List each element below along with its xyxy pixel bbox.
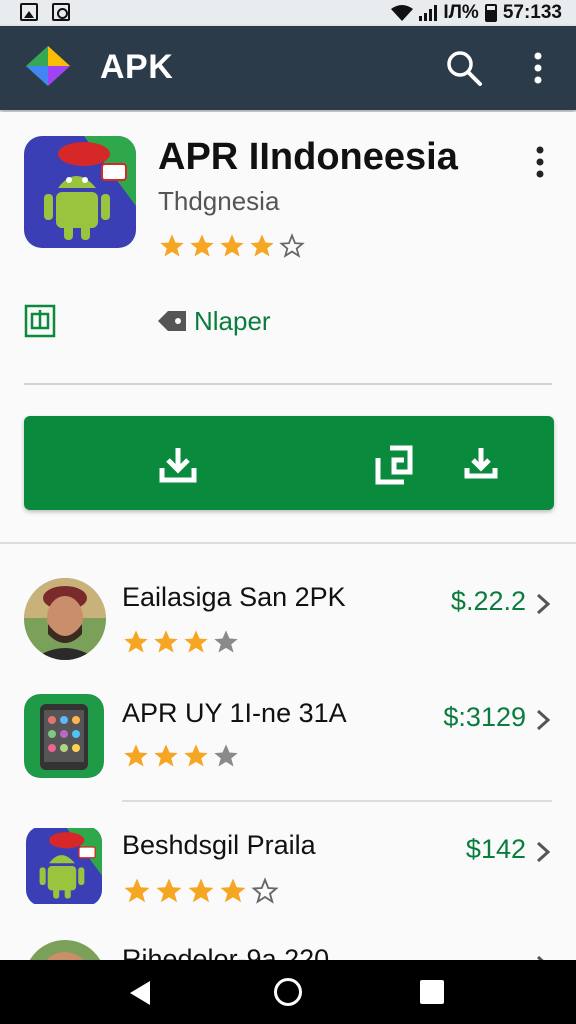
wifi-icon [391,5,414,21]
item-name: Eailasiga San 2PK [122,582,346,612]
star-filled-icon [154,744,178,767]
nfc-notification-icon [52,3,70,21]
image-notification-icon [20,3,38,21]
star-filled-icon [124,878,150,903]
item-name: Beshdsgil Praila [122,830,316,860]
chevron-right-icon[interactable] [534,840,552,864]
star-empty-icon [214,630,238,653]
app-details-card: APR IIndoneesia Thdgnesia Nlaper [0,112,576,542]
star-filled-icon [160,234,184,257]
android-app-icon [26,828,102,904]
share-icon [375,445,413,485]
app-bar: APK [0,26,576,110]
recents-icon[interactable] [420,980,444,1004]
phone-app-icon [24,694,104,778]
app-bar-title: APK [100,48,174,86]
battery-icon [484,4,497,22]
android-app-icon[interactable] [24,136,136,248]
battery-percent: IЛ% [443,2,479,23]
signal-icon [419,5,438,21]
list-item[interactable]: Beshdsgil Praila $142 [0,826,576,936]
star-empty-icon [214,744,238,767]
item-price: $142 [465,834,526,864]
list-item[interactable]: Rihedelor-9a 220 [0,940,576,960]
divider [24,383,552,385]
more-vert-icon[interactable] [522,48,554,88]
arrow-down-icon [464,448,498,479]
logo-icon[interactable] [24,44,72,88]
chevron-right-icon[interactable] [534,592,552,616]
star-filled-icon [124,744,148,767]
star-filled-icon [184,630,208,653]
star-filled-icon [250,234,274,257]
home-icon[interactable] [274,978,302,1006]
item-price: $:3129 [443,702,526,732]
more-vert-icon[interactable] [526,142,554,182]
person-avatar [24,578,106,660]
download-icon [159,448,197,483]
star-filled-icon [220,234,244,257]
app-info-row: Nlaper [24,302,544,342]
item-name: APR UY 1I-ne 31A [122,698,347,728]
bookmark-icon[interactable] [24,304,56,338]
list-item[interactable]: APR UY 1I-ne 31A $:3129 [0,694,576,804]
related-apps-list: Eailasiga San 2PK $.22.2 APR UY 1I-ne 31… [0,544,576,960]
star-filled-icon [124,630,148,653]
star-outline-icon [279,233,305,258]
search-icon[interactable] [444,48,484,88]
item-rating [122,628,240,656]
star-filled-icon [156,878,182,903]
star-filled-icon [220,878,246,903]
star-outline-icon [251,877,279,904]
clock: 57:133 [502,2,562,23]
app-name: APR IIndoneesia [158,136,458,178]
star-filled-icon [154,630,178,653]
info-label: Nlaper [194,306,271,336]
divider [122,800,552,802]
chevron-right-icon[interactable] [534,708,552,732]
status-bar: IЛ% 57:133 [0,0,576,26]
star-filled-icon [188,878,214,903]
item-price: $.22.2 [450,586,526,616]
install-button[interactable] [24,416,554,510]
app-subtitle: Thdgnesia [158,186,280,216]
back-icon[interactable] [128,980,152,1006]
navigation-bar [0,960,576,1024]
item-rating [122,742,240,770]
list-item[interactable]: Eailasiga San 2PK $.22.2 [0,578,576,688]
star-filled-icon [184,744,208,767]
star-filled-icon [190,234,214,257]
tag-icon [158,311,186,331]
item-name: Rihedelor-9a 220 [122,944,330,960]
person-avatar [24,940,106,960]
item-rating [122,876,280,906]
app-rating [158,232,306,260]
